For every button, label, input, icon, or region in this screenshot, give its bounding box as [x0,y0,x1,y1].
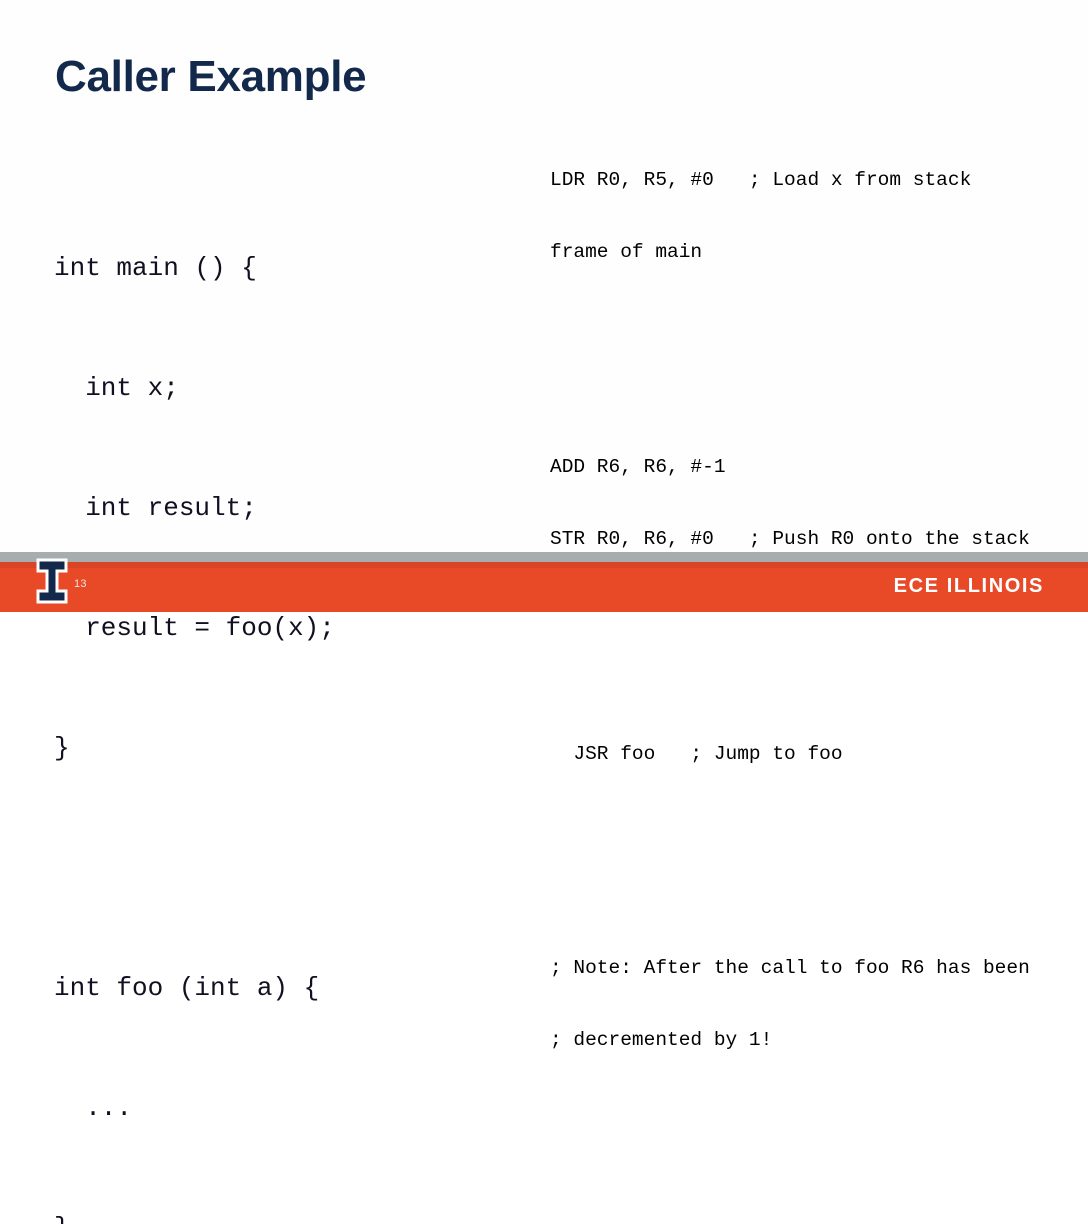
code-line: int result; [54,493,257,523]
code-line: int foo (int a) { [54,973,320,1003]
c-source-column: int main () { int x; int result; result … [54,168,514,1224]
page-title: Caller Example [55,52,367,101]
assembly-group: JSR foo ; Jump to foo [550,694,1070,814]
assembly-comment-group: ; Note: After the call to foo R6 has bee… [550,908,1070,1100]
assembly-line: frame of main [550,241,703,263]
assembly-group: LDR R0, R6, #0 ; Read the return value [550,1195,1070,1224]
slide-canvas: Caller Example int main () { int x; int … [0,0,1088,1224]
assembly-line: JSR foo ; Jump to foo [550,743,843,765]
assembly-comment-line: ; decremented by 1! [550,1029,773,1051]
code-line: ... [54,1093,133,1123]
code-line: } [54,733,70,763]
assembly-code-block: LDR R0, R5, #0 ; Load x from stack frame… [550,48,1070,1224]
footer-gray-divider [0,552,1088,562]
illinois-block-i-logo-icon [36,558,68,604]
assembly-comment-line: ; Note: After the call to foo R6 has bee… [550,957,1030,979]
c-source-code-block: int main () { int x; int result; result … [54,168,514,1224]
assembly-group: LDR R0, R5, #0 ; Load x from stack frame… [550,120,1070,312]
code-line: int main () { [54,253,257,283]
code-line: result = foo(x); [54,613,335,643]
page-number: 13 [74,578,87,590]
brand-wordmark: ECE ILLINOIS [893,575,1044,597]
assembly-column: LDR R0, R5, #0 ; Load x from stack frame… [550,48,1070,1224]
code-line: int x; [54,373,179,403]
assembly-line: ADD R6, R6, #-1 [550,456,726,478]
assembly-line: STR R0, R6, #0 ; Push R0 onto the stack [550,528,1030,550]
assembly-line: LDR R0, R5, #0 ; Load x from stack [550,169,972,191]
code-line: } [54,1208,514,1224]
